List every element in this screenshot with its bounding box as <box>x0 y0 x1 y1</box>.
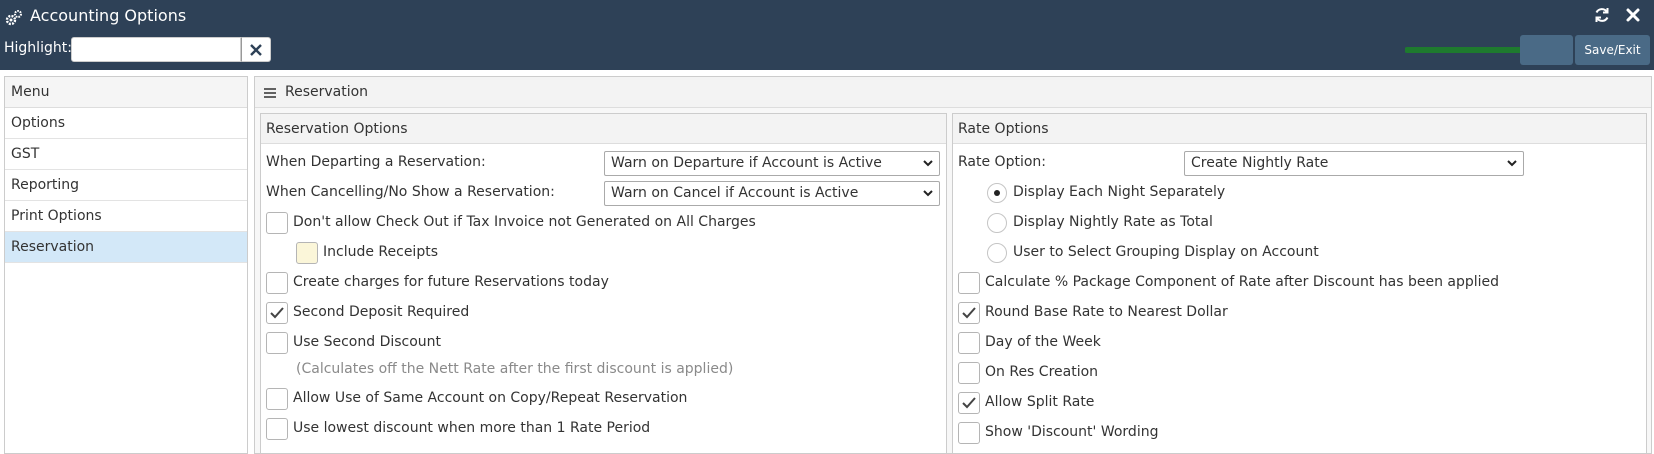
section-header: Reservation <box>255 77 1651 108</box>
second-deposit-label: Second Deposit Required <box>293 304 470 320</box>
radio-nightly-total[interactable] <box>987 213 1007 233</box>
allow-split-rate-label: Allow Split Rate <box>985 394 1095 410</box>
section-title: Reservation <box>285 84 369 100</box>
save-exit-button[interactable]: Save/Exit <box>1575 35 1650 65</box>
each-night-label: Display Each Night Separately <box>1013 184 1226 200</box>
rate-option-label: Rate Option: <box>958 154 1046 170</box>
checkbox-on-res-creation[interactable] <box>958 362 980 384</box>
refresh-icon[interactable] <box>1593 6 1611 24</box>
menu-item-print-options[interactable]: Print Options <box>5 201 247 232</box>
second-discount-note: (Calculates off the Nett Rate after the … <box>296 361 734 377</box>
cancelling-select-value: Warn on Cancel if Account is Active <box>611 185 859 201</box>
future-charges-label: Create charges for future Reservations t… <box>293 274 609 290</box>
window-title: Accounting Options <box>30 6 187 25</box>
checkbox-package-component[interactable] <box>958 272 980 294</box>
checkbox-round-base-rate[interactable] <box>958 302 980 324</box>
second-discount-label: Use Second Discount <box>293 334 442 350</box>
radio-user-grouping[interactable] <box>987 243 1007 263</box>
cancelling-label: When Cancelling/No Show a Reservation: <box>266 184 555 200</box>
checkbox-show-discount-wording[interactable] <box>958 422 980 444</box>
no-checkout-tax-invoice-label: Don't allow Check Out if Tax Invoice not… <box>293 214 756 230</box>
radio-selected-dot <box>994 190 1000 196</box>
lowest-discount-label: Use lowest discount when more than 1 Rat… <box>293 420 651 436</box>
user-grouping-label: User to Select Grouping Display on Accou… <box>1013 244 1319 260</box>
hamburger-icon[interactable] <box>264 87 276 99</box>
title-bar: Accounting Options Highlight: Save/Exit <box>0 0 1654 70</box>
chevron-down-icon <box>1507 160 1517 167</box>
on-res-creation-label: On Res Creation <box>985 364 1099 380</box>
rate-option-select-value: Create Nightly Rate <box>1191 155 1329 171</box>
departing-select-value: Warn on Departure if Account is Active <box>611 155 882 171</box>
checkbox-same-account-copy[interactable] <box>266 388 288 410</box>
close-icon[interactable] <box>1624 6 1642 24</box>
nightly-total-label: Display Nightly Rate as Total <box>1013 214 1213 230</box>
chevron-down-icon <box>923 190 933 197</box>
menu-item-gst[interactable]: GST <box>5 139 247 170</box>
departing-select[interactable]: Warn on Departure if Account is Active <box>604 151 940 176</box>
checkmark-icon <box>270 307 284 319</box>
menu-item-reservation[interactable]: Reservation <box>5 232 247 263</box>
checkbox-day-of-week[interactable] <box>958 332 980 354</box>
cancelling-select[interactable]: Warn on Cancel if Account is Active <box>604 181 940 206</box>
checkbox-lowest-discount[interactable] <box>266 418 288 440</box>
checkbox-second-deposit[interactable] <box>266 302 288 324</box>
day-of-week-label: Day of the Week <box>985 334 1101 350</box>
blank-button[interactable] <box>1520 35 1573 65</box>
chevron-down-icon <box>923 160 933 167</box>
menu-item-reporting[interactable]: Reporting <box>5 170 247 201</box>
checkmark-icon <box>962 307 976 319</box>
same-account-copy-label: Allow Use of Same Account on Copy/Repeat… <box>293 390 688 406</box>
checkmark-icon <box>962 397 976 409</box>
menu-header: Menu <box>5 77 247 108</box>
checkbox-second-discount[interactable] <box>266 332 288 354</box>
highlight-input[interactable] <box>71 37 241 62</box>
rate-options-title: Rate Options <box>953 114 1646 144</box>
departing-label: When Departing a Reservation: <box>266 154 486 170</box>
reservation-options-title: Reservation Options <box>261 114 946 144</box>
rate-option-select[interactable]: Create Nightly Rate <box>1184 151 1524 176</box>
checkbox-future-charges[interactable] <box>266 272 288 294</box>
checkbox-no-checkout-tax-invoice[interactable] <box>266 212 288 234</box>
side-menu: Menu Options GST Reporting Print Options… <box>4 76 248 454</box>
include-receipts-label: Include Receipts <box>323 244 438 260</box>
clear-icon <box>250 43 262 56</box>
highlight-clear-button[interactable] <box>241 37 271 62</box>
menu-item-options[interactable]: Options <box>5 108 247 139</box>
highlight-label: Highlight: <box>4 40 72 56</box>
show-discount-wording-label: Show 'Discount' Wording <box>985 424 1159 440</box>
checkbox-include-receipts[interactable] <box>296 242 318 264</box>
package-component-label: Calculate % Package Component of Rate af… <box>985 274 1500 290</box>
radio-each-night[interactable] <box>987 183 1007 203</box>
round-base-rate-label: Round Base Rate to Nearest Dollar <box>985 304 1228 320</box>
gears-icon <box>5 10 22 26</box>
checkbox-allow-split-rate[interactable] <box>958 392 980 414</box>
